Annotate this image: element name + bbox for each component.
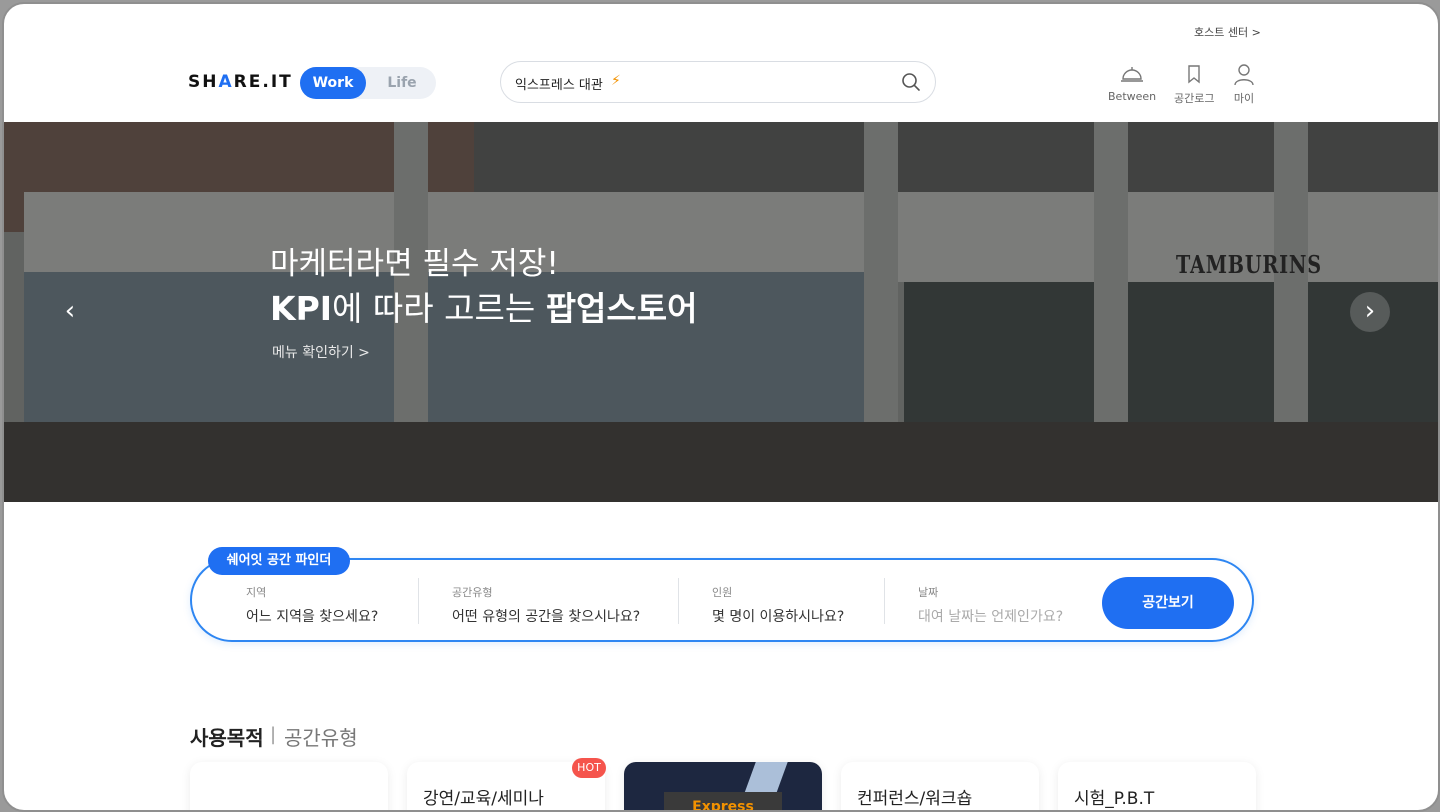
hero-title-mid: 에 따라 고르는 bbox=[332, 289, 546, 328]
finder-type-value: 어떤 유형의 공간을 찾으시나요? bbox=[452, 609, 641, 625]
finder-region-value: 어느 지역을 찾으세요? bbox=[246, 609, 379, 625]
finder-type-field[interactable]: 공간유형 어떤 유형의 공간을 찾으시나요? bbox=[452, 584, 640, 626]
between-label: Between bbox=[1108, 90, 1157, 103]
chevron-left-icon: ‹ bbox=[64, 296, 76, 326]
space-finder: 지역 어느 지역을 찾으세요? 공간유형 어떤 유형의 공간을 찾으시나요? 인… bbox=[190, 558, 1254, 642]
hero-title-popup: 팝업스토어 bbox=[545, 289, 698, 328]
space-log-label: 공간로그 bbox=[1174, 92, 1215, 105]
category-card-title: 컨퍼런스/워크숍 bbox=[857, 789, 973, 809]
finder-people-label: 인원 bbox=[712, 586, 733, 599]
hero-title-line1: 마케터라면 필수 저장! bbox=[270, 246, 559, 282]
search-input[interactable]: 익스프레스 대관 ⚡ bbox=[500, 61, 936, 103]
hero-menu-link[interactable]: 메뉴 확인하기 > bbox=[272, 342, 370, 362]
user-icon bbox=[1234, 64, 1254, 86]
hero-title-line2: KPI에 따라 고르는 팝업스토어 bbox=[270, 282, 698, 330]
hero-title-kpi: KPI bbox=[270, 289, 333, 328]
browser-frame: 호스트 센터 > SHARE.IT Work Life 익스프레스 대관 ⚡ B… bbox=[2, 2, 1440, 812]
finder-type-label: 공간유형 bbox=[452, 586, 493, 599]
finder-date-value: 대여 날짜는 언제인가요? bbox=[918, 609, 1064, 625]
finder-people-value: 몇 명이 이용하시나요? bbox=[712, 609, 845, 625]
tab-purpose[interactable]: 사용목적 bbox=[190, 722, 264, 751]
finder-people-field[interactable]: 인원 몇 명이 이용하시나요? bbox=[712, 584, 844, 626]
category-card-exam[interactable]: 시험_P.B.T bbox=[1058, 762, 1256, 810]
shareit-logo[interactable]: SHARE.IT bbox=[188, 72, 293, 92]
express-image-text: Express bbox=[664, 792, 782, 810]
search-query-text: 익스프레스 대관 bbox=[515, 78, 603, 93]
category-card-conference[interactable]: 컨퍼런스/워크숍 bbox=[841, 762, 1039, 810]
between-button[interactable]: Between bbox=[1108, 62, 1156, 103]
life-mode-button[interactable]: Life bbox=[380, 67, 424, 99]
lightning-icon: ⚡ bbox=[611, 73, 621, 89]
finder-divider bbox=[418, 578, 419, 624]
logo-part: SH bbox=[188, 72, 219, 92]
category-card[interactable] bbox=[190, 762, 388, 810]
category-card-title: 강연/교육/세미나 bbox=[423, 789, 544, 809]
prev-slide-button[interactable]: ‹ bbox=[50, 292, 90, 332]
work-life-toggle[interactable]: Work Life bbox=[300, 67, 436, 99]
view-spaces-button[interactable]: 공간보기 bbox=[1102, 577, 1234, 629]
hero-overlay bbox=[4, 122, 1438, 502]
work-mode-button[interactable]: Work bbox=[300, 67, 366, 99]
store-sign: TAMBURINS bbox=[1176, 250, 1322, 279]
hot-badge: HOT bbox=[572, 758, 606, 778]
search-icon[interactable] bbox=[901, 72, 921, 92]
category-card-title: 시험_P.B.T bbox=[1074, 789, 1155, 809]
finder-date-field[interactable]: 날짜 대여 날짜는 언제인가요? bbox=[918, 584, 1063, 626]
my-page-label: 마이 bbox=[1233, 92, 1255, 105]
space-finder-badge: 쉐어잇 공간 파인더 bbox=[208, 547, 350, 575]
logo-accent: A bbox=[218, 72, 234, 92]
service-bell-icon bbox=[1121, 67, 1144, 82]
finder-date-label: 날짜 bbox=[918, 586, 939, 599]
category-card-express[interactable]: Express bbox=[624, 762, 822, 810]
finder-divider bbox=[884, 578, 885, 624]
finder-region-label: 지역 bbox=[246, 586, 267, 599]
chevron-right-icon: › bbox=[1364, 296, 1376, 326]
tab-space-type[interactable]: 공간유형 bbox=[284, 722, 358, 751]
finder-divider bbox=[678, 578, 679, 624]
next-slide-button[interactable]: › bbox=[1350, 292, 1390, 332]
bookmark-icon bbox=[1188, 65, 1200, 84]
finder-region-field[interactable]: 지역 어느 지역을 찾으세요? bbox=[246, 584, 378, 626]
logo-part: RE.IT bbox=[233, 72, 293, 92]
my-page-button[interactable]: 마이 bbox=[1232, 62, 1256, 106]
hero-banner[interactable]: TAMBURINS 마케터라면 필수 저장! KPI에 따라 고르는 팝업스토어… bbox=[4, 122, 1438, 502]
tab-separator: | bbox=[270, 724, 277, 745]
host-center-link[interactable]: 호스트 센터 > bbox=[1194, 24, 1261, 40]
space-log-button[interactable]: 공간로그 bbox=[1174, 62, 1214, 106]
